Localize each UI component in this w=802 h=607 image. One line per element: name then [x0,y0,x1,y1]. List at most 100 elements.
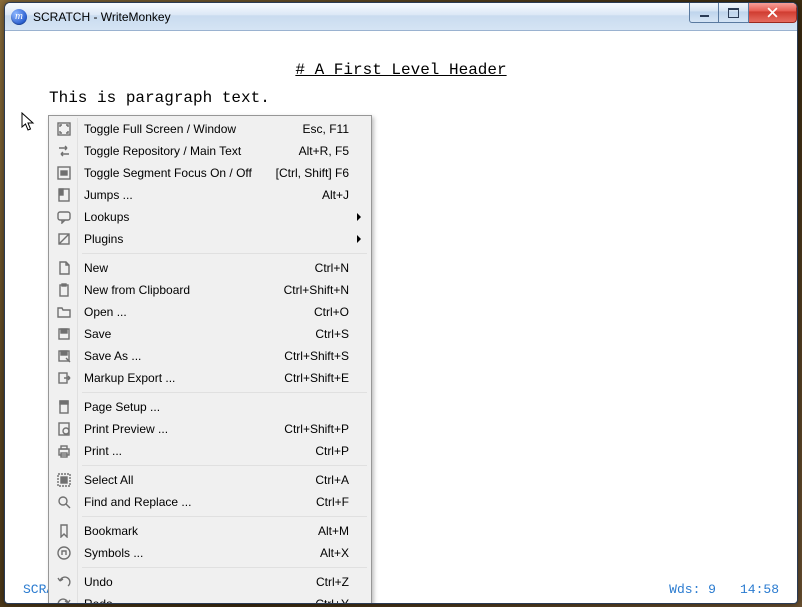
menu-item-plugins[interactable]: Plugins [51,228,369,250]
search-icon [56,494,72,510]
preview-icon [56,421,72,437]
menu-item-shortcut: Ctrl+Z [316,575,349,589]
undo-icon [56,574,72,590]
focus-icon [56,165,72,181]
bookmark-icon [56,523,72,539]
app-window: m SCRATCH - WriteMonkey # A First Level … [4,2,798,604]
status-wordcount: Wds: 9 [669,582,716,597]
menu-item-markup-export[interactable]: Markup Export ... Ctrl+Shift+E [51,367,369,389]
page-setup-icon [56,399,72,415]
plugin-icon [56,231,72,247]
print-icon [56,443,72,459]
menu-item-label: Open ... [84,305,127,319]
menu-item-redo[interactable]: Redo Ctrl+Y [51,593,369,604]
menu-item-label: Select All [84,473,133,487]
menu-item-label: Save As ... [84,349,141,363]
window-title: SCRATCH - WriteMonkey [33,10,171,24]
menu-item-label: Toggle Segment Focus On / Off [84,166,252,180]
menu-item-label: Find and Replace ... [84,495,191,509]
menu-item-label: Print Preview ... [84,422,168,436]
menu-item-label: New [84,261,108,275]
minimize-button[interactable] [689,3,719,23]
menu-item-shortcut: Esc, F11 [303,122,349,136]
export-icon [56,370,72,386]
clipboard-icon [56,282,72,298]
save-as-icon [56,348,72,364]
menu-item-page-setup[interactable]: Page Setup ... [51,396,369,418]
menu-item-toggle-repository[interactable]: Toggle Repository / Main Text Alt+R, F5 [51,140,369,162]
menu-item-new[interactable]: New Ctrl+N [51,257,369,279]
menu-item-shortcut: Alt+J [322,188,349,202]
menu-item-open[interactable]: Open ... Ctrl+O [51,301,369,323]
menu-item-label: Toggle Full Screen / Window [84,122,236,136]
app-icon: m [11,9,27,25]
context-menu: Toggle Full Screen / WindowEsc, F11Toggl… [48,115,372,604]
menu-item-shortcut: Ctrl+Shift+S [284,349,349,363]
menu-item-label: Print ... [84,444,122,458]
menu-item-shortcut: Ctrl+P [315,444,349,458]
menu-item-toggle-fullscreen[interactable]: Toggle Full Screen / Window Esc, F11 [51,118,369,140]
menu-item-symbols[interactable]: Symbols ... Alt+X [51,542,369,564]
redo-icon [56,596,72,604]
menu-item-label: Lookups [84,210,129,224]
menu-item-shortcut: Ctrl+A [315,473,349,487]
folder-icon [56,304,72,320]
titlebar[interactable]: m SCRATCH - WriteMonkey [5,3,797,31]
save-icon [56,326,72,342]
menu-item-toggle-segment-focus[interactable]: Toggle Segment Focus On / Off [Ctrl, Shif… [51,162,369,184]
fullscreen-icon [56,121,72,137]
paragraph: This is paragraph text. [49,89,753,107]
menu-item-shortcut: Ctrl+O [314,305,349,319]
menu-item-jumps[interactable]: Jumps ... Alt+J [51,184,369,206]
menu-item-new-clipboard[interactable]: New from Clipboard Ctrl+Shift+N [51,279,369,301]
menu-item-label: Bookmark [84,524,138,538]
menu-item-label: Save [84,327,111,341]
menu-item-label: Symbols ... [84,546,143,560]
select-all-icon [56,472,72,488]
menu-item-select-all[interactable]: Select All Ctrl+A [51,469,369,491]
menu-item-shortcut: Ctrl+F [316,495,349,509]
menu-item-shortcut: [Ctrl, Shift] F6 [276,166,349,180]
menu-item-bookmark[interactable]: Bookmark Alt+M [51,520,369,542]
menu-item-shortcut: Alt+M [318,524,349,538]
maximize-button[interactable] [719,3,749,23]
speech-icon [56,209,72,225]
close-button[interactable] [749,3,797,23]
menu-item-label: Redo [84,597,113,604]
menu-item-shortcut: Alt+R, F5 [299,144,349,158]
menu-item-print-preview[interactable]: Print Preview ... Ctrl+Shift+P [51,418,369,440]
menu-item-shortcut: Ctrl+N [315,261,349,275]
menu-item-label: Jumps ... [84,188,133,202]
menu-item-label: New from Clipboard [84,283,190,297]
bookmark-tab-icon [56,187,72,203]
menu-item-shortcut: Ctrl+S [315,327,349,341]
menu-item-print[interactable]: Print ... Ctrl+P [51,440,369,462]
menu-item-shortcut: Ctrl+Y [315,597,349,604]
submenu-arrow-icon [357,213,361,221]
menu-separator [82,516,367,517]
symbols-icon [56,545,72,561]
menu-item-label: Toggle Repository / Main Text [84,144,241,158]
menu-item-shortcut: Alt+X [320,546,349,560]
menu-item-label: Page Setup ... [84,400,160,414]
menu-item-shortcut: Ctrl+Shift+P [284,422,349,436]
status-time: 14:58 [740,582,779,597]
window-controls [689,3,797,23]
file-icon [56,260,72,276]
menu-item-shortcut: Ctrl+Shift+N [284,283,349,297]
menu-separator [82,392,367,393]
menu-separator [82,567,367,568]
menu-item-label: Plugins [84,232,123,246]
menu-separator [82,465,367,466]
menu-item-lookups[interactable]: Lookups [51,206,369,228]
menu-item-shortcut: Ctrl+Shift+E [284,371,349,385]
menu-item-find-replace[interactable]: Find and Replace ... Ctrl+F [51,491,369,513]
swap-icon [56,143,72,159]
menu-separator [82,253,367,254]
menu-item-save[interactable]: Save Ctrl+S [51,323,369,345]
menu-item-undo[interactable]: Undo Ctrl+Z [51,571,369,593]
menu-item-save-as[interactable]: Save As ... Ctrl+Shift+S [51,345,369,367]
menu-item-label: Undo [84,575,113,589]
heading-1: # A First Level Header [49,61,753,79]
menu-item-label: Markup Export ... [84,371,175,385]
